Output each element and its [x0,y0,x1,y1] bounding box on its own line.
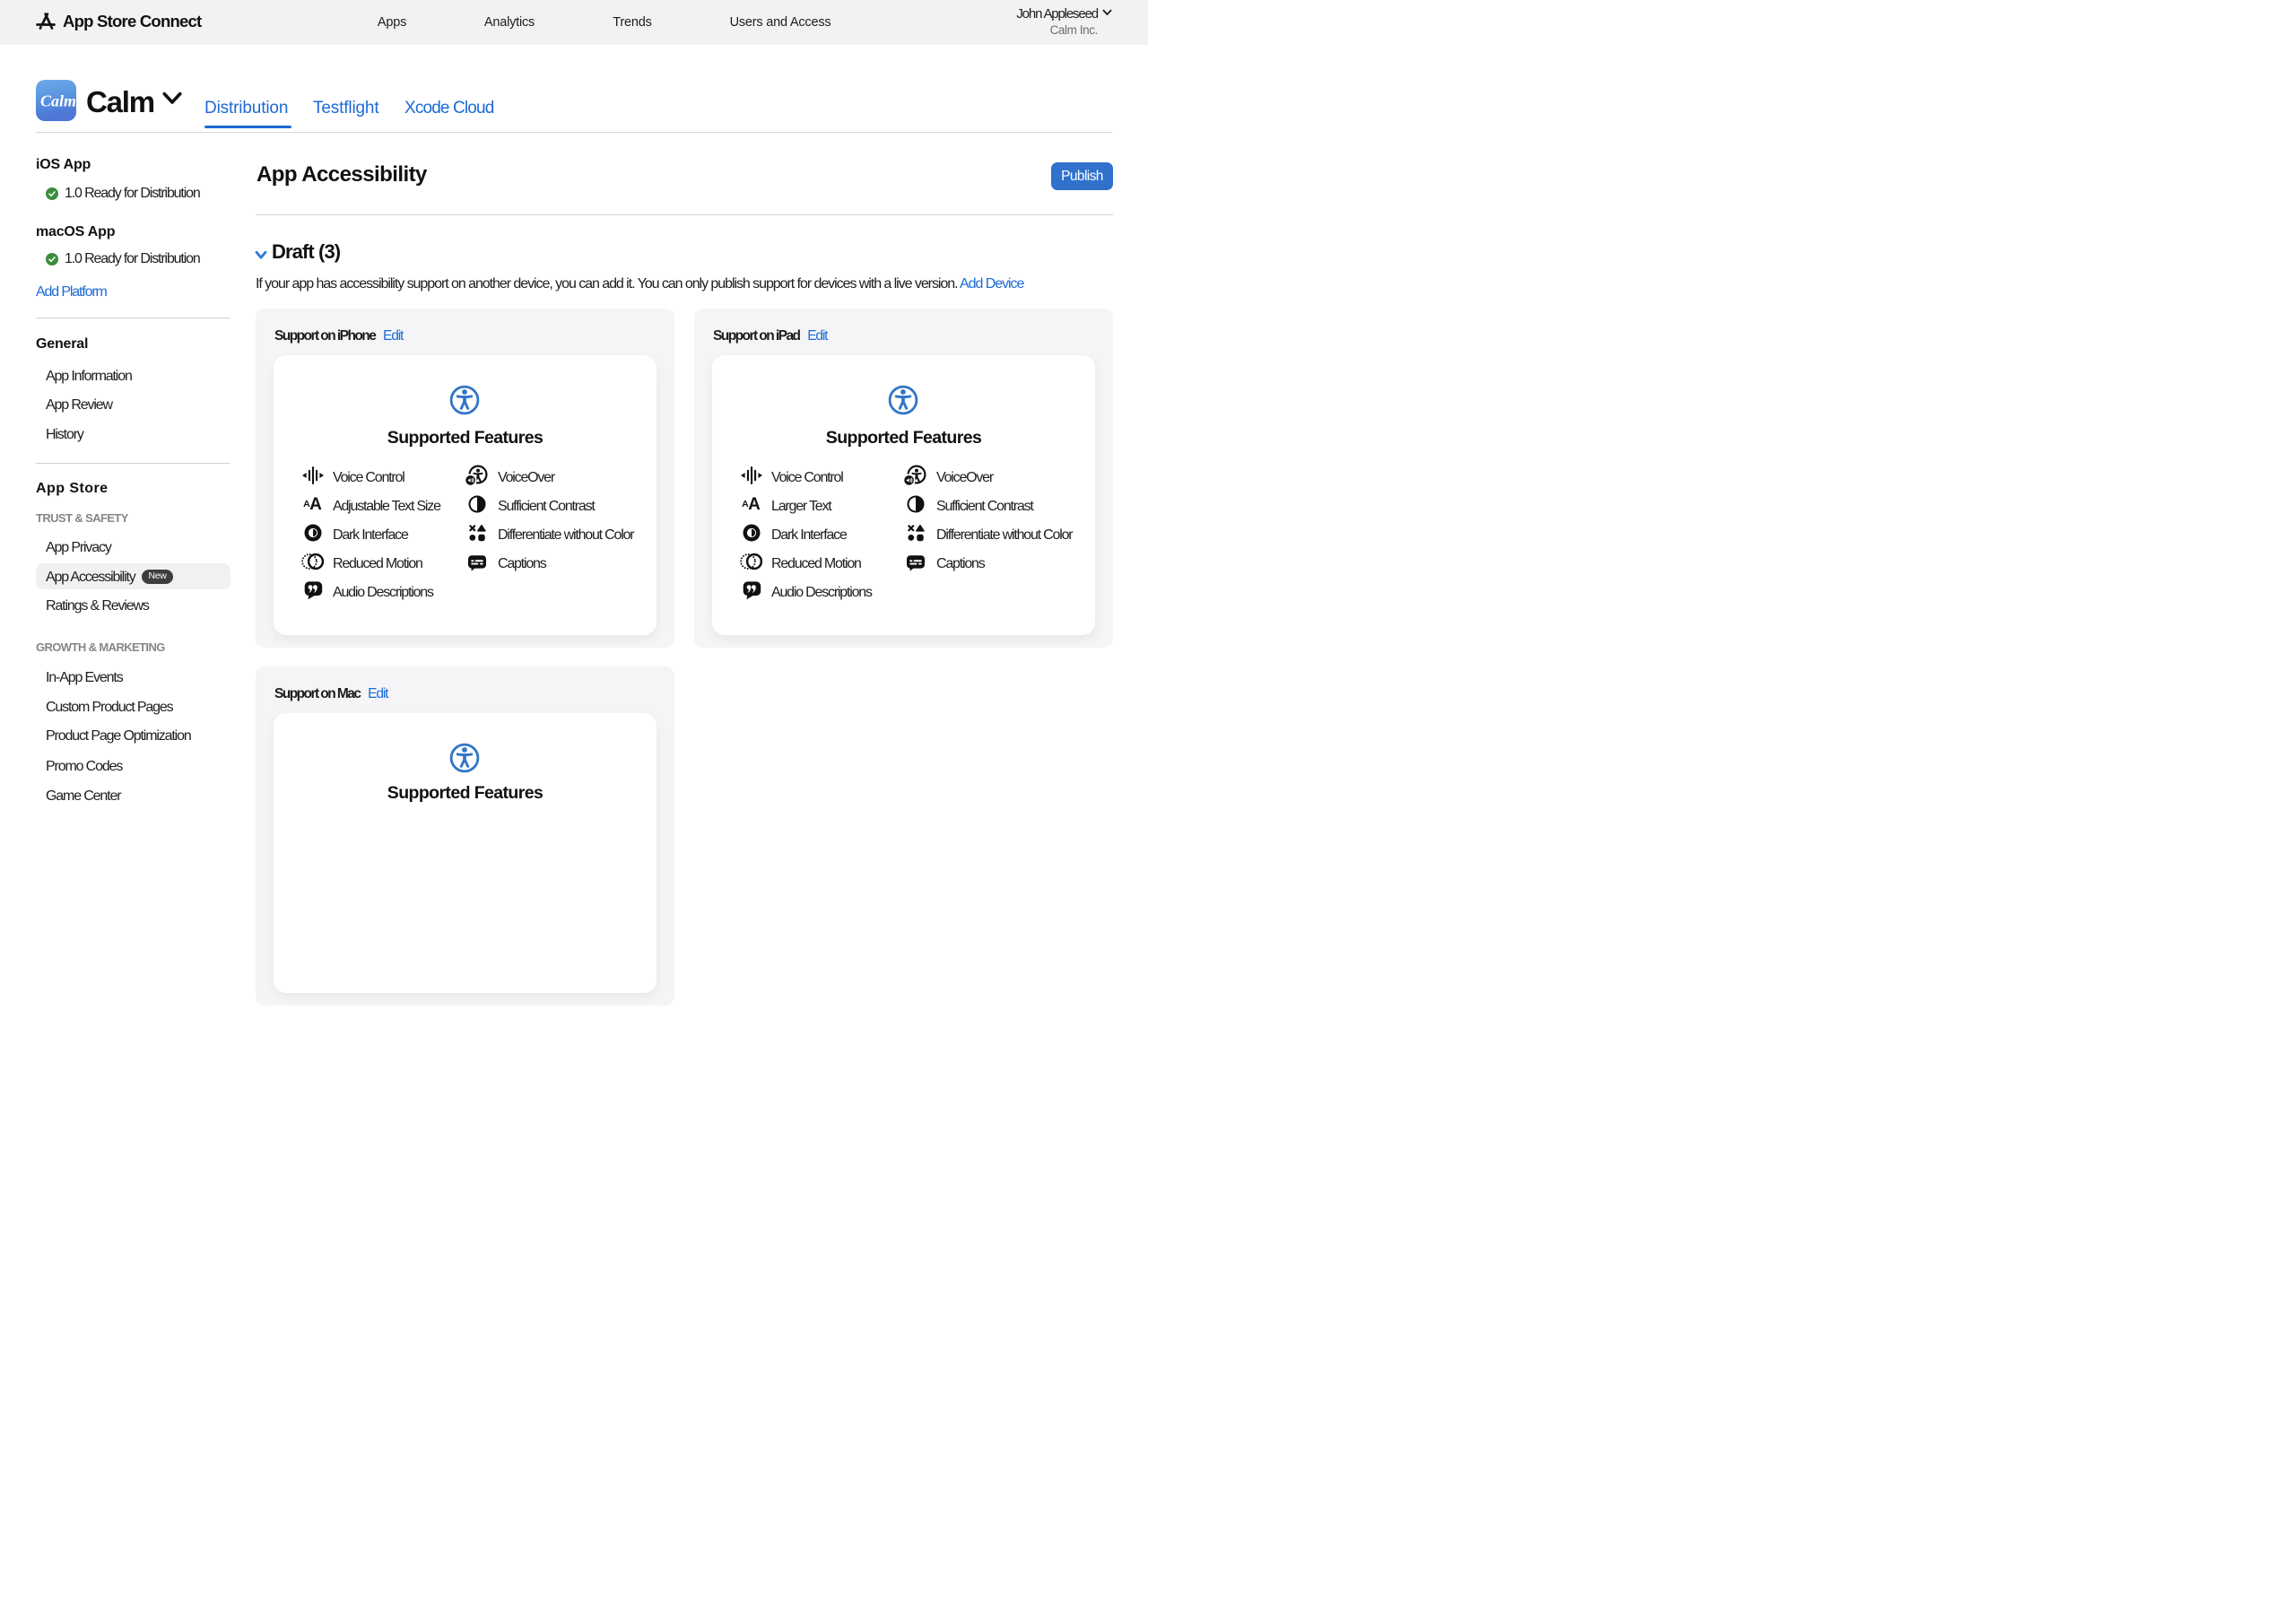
svg-text:Calm: Calm [40,92,76,110]
